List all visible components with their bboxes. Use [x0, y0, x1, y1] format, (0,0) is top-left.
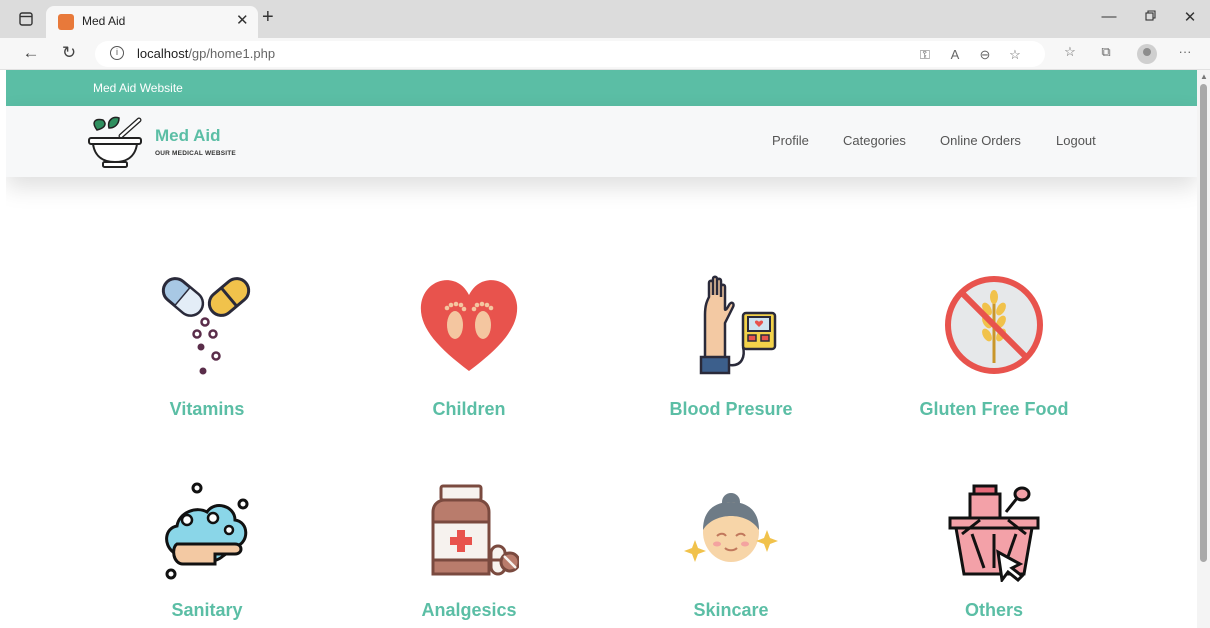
nav-profile[interactable]: Profile	[772, 133, 809, 148]
category-others[interactable]: Others	[864, 482, 1124, 628]
browser-tab[interactable]: Med Aid ✕	[46, 6, 258, 38]
minimize-icon[interactable]: —	[1099, 8, 1119, 25]
favorites-icon[interactable]: ☆	[1060, 44, 1080, 60]
add-favorite-icon[interactable]: ☆	[1005, 47, 1025, 63]
tab-title: Med Aid	[82, 14, 126, 28]
category-gluten-free-food[interactable]: Gluten Free Food	[864, 275, 1124, 425]
scrollbar-thumb[interactable]	[1200, 84, 1207, 562]
site-header: Med Aid OUR MEDICAL WEBSITE Profile Cate…	[6, 106, 1197, 177]
page-scrollbar[interactable]: ▲	[1197, 70, 1210, 628]
profile-avatar[interactable]	[1137, 44, 1157, 64]
xampp-favicon-icon	[58, 14, 74, 30]
collections-icon[interactable]: ⧉	[1096, 44, 1116, 60]
back-icon[interactable]: ←	[20, 43, 42, 63]
nav-online-orders[interactable]: Online Orders	[940, 133, 1021, 148]
shopping-basket-icon	[948, 484, 1040, 582]
brand-name[interactable]: Med Aid	[155, 126, 220, 146]
category-sanitary[interactable]: Sanitary	[77, 482, 337, 628]
mortar-pestle-logo-icon[interactable]	[87, 114, 149, 170]
zoom-icon[interactable]: ⊖	[975, 47, 995, 63]
category-children[interactable]: Children	[339, 275, 599, 425]
nav-logout[interactable]: Logout	[1056, 133, 1096, 148]
blood-pressure-monitor-icon	[699, 275, 777, 375]
read-aloud-icon[interactable]: A	[945, 47, 965, 62]
category-label: Vitamins	[169, 399, 245, 419]
top-strip-text: Med Aid Website	[93, 81, 183, 95]
key-icon[interactable]: ⚿	[915, 47, 935, 63]
page-viewport: Med Aid Website Med Aid OUR MEDICAL WEBS…	[6, 70, 1197, 628]
close-window-icon[interactable]: ✕	[1180, 8, 1200, 26]
url-input[interactable]: i localhost/gp/home1.php ⚿ A ⊖ ☆	[95, 41, 1045, 67]
nav-categories[interactable]: Categories	[843, 133, 906, 148]
scroll-up-icon[interactable]: ▲	[1200, 72, 1208, 81]
no-wheat-icon	[945, 276, 1043, 374]
hand-washing-icon	[165, 482, 249, 580]
pills-icon	[161, 277, 251, 375]
category-label: Sanitary	[171, 600, 243, 620]
skincare-face-icon	[684, 493, 778, 562]
medicine-bottle-icon	[431, 484, 519, 576]
category-label: Analgesics	[421, 600, 517, 620]
refresh-icon[interactable]: ↻	[58, 43, 80, 63]
category-vitamins[interactable]: Vitamins	[77, 275, 337, 425]
tab-actions-icon[interactable]	[16, 10, 36, 28]
category-blood-presure[interactable]: Blood Presure	[601, 275, 861, 425]
category-label: Gluten Free Food	[919, 399, 1069, 419]
category-label: Skincare	[693, 600, 769, 620]
category-label: Others	[964, 600, 1024, 620]
top-strip: Med Aid Website	[6, 70, 1197, 106]
url-text: localhost/gp/home1.php	[137, 46, 276, 61]
baby-feet-heart-icon	[420, 280, 518, 371]
more-options-icon[interactable]: ···	[1175, 44, 1195, 59]
browser-tab-bar: Med Aid ✕ + — ✕	[0, 0, 1210, 38]
new-tab-icon[interactable]: +	[262, 6, 274, 29]
address-bar-row: ← ↻ i localhost/gp/home1.php ⚿ A ⊖ ☆ ☆ ⧉…	[0, 38, 1210, 70]
category-analgesics[interactable]: Analgesics	[339, 482, 599, 628]
category-label: Children	[432, 399, 506, 419]
brand-tagline: OUR MEDICAL WEBSITE	[155, 150, 236, 157]
restore-icon[interactable]	[1140, 8, 1160, 25]
category-skincare[interactable]: Skincare	[601, 482, 861, 628]
close-tab-icon[interactable]: ✕	[236, 11, 249, 29]
site-info-icon[interactable]: i	[110, 46, 124, 60]
category-label: Blood Presure	[669, 399, 793, 419]
